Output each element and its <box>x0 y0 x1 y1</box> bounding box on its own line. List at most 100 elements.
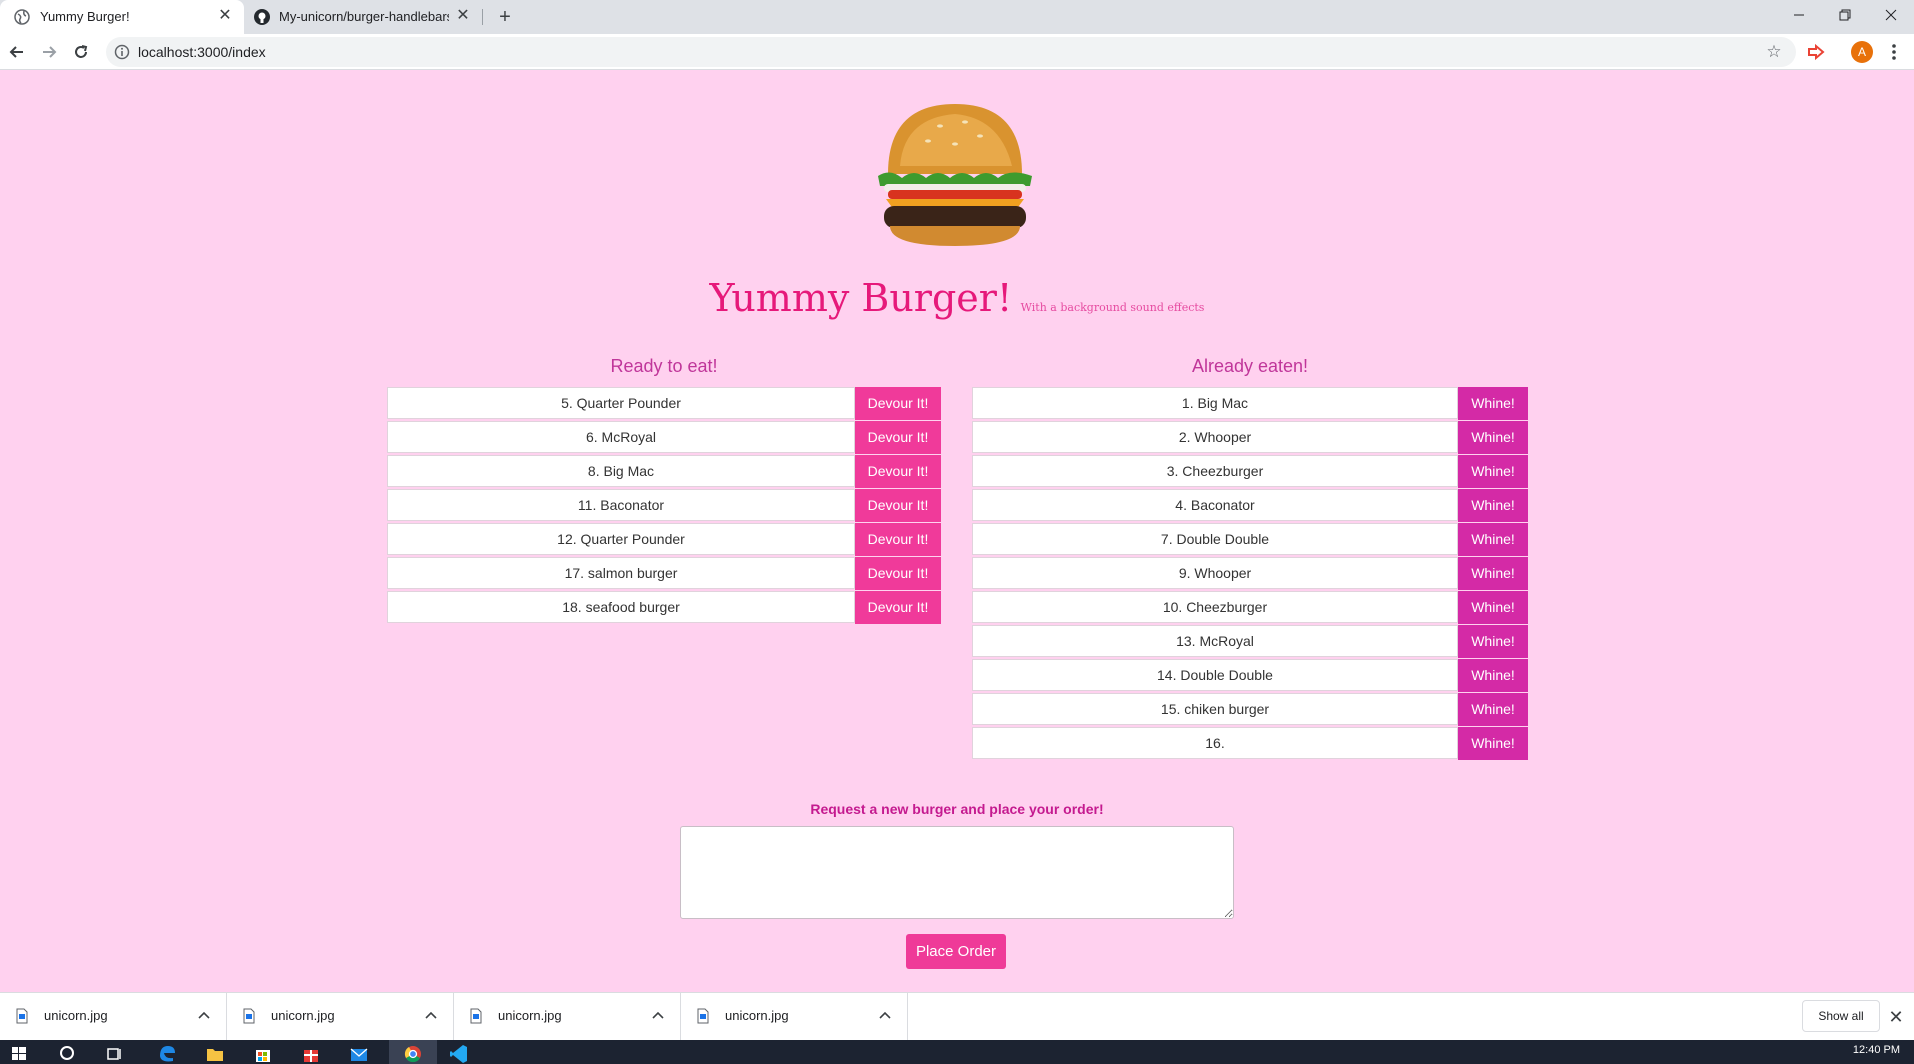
burger-order-input[interactable] <box>680 826 1234 919</box>
file-icon <box>697 1008 709 1024</box>
whine-button[interactable]: Whine! <box>1458 727 1528 760</box>
page-subtitle: With a background sound effects <box>1020 301 1205 314</box>
task-view-icon[interactable] <box>104 1042 126 1064</box>
github-icon <box>254 9 270 25</box>
show-all-downloads-button[interactable]: Show all <box>1802 1000 1880 1032</box>
search-icon[interactable] <box>56 1042 78 1064</box>
burger-name: 9. Whooper <box>972 557 1458 589</box>
whine-button[interactable]: Whine! <box>1458 625 1528 658</box>
devour-button[interactable]: Devour It! <box>855 455 941 488</box>
address-bar[interactable]: localhost:3000/index ☆ <box>106 37 1796 67</box>
burger-image <box>878 104 1032 246</box>
download-item[interactable]: unicorn.jpg <box>681 993 908 1041</box>
chevron-up-icon[interactable] <box>877 1007 893 1023</box>
forward-arrow-icon[interactable] <box>36 39 62 65</box>
close-window-icon[interactable] <box>1868 0 1914 30</box>
burger-name: 3. Cheezburger <box>972 455 1458 487</box>
tab-title: My-unicorn/burger-handlebars <box>279 9 449 24</box>
burger-name: 14. Double Double <box>972 659 1458 691</box>
mail-icon[interactable] <box>348 1042 370 1064</box>
burger-name: 7. Double Double <box>972 523 1458 555</box>
tab-title: Yummy Burger! <box>40 9 130 24</box>
edge-browser-icon[interactable] <box>156 1042 178 1064</box>
globe-icon <box>14 9 30 25</box>
download-item[interactable]: unicorn.jpg <box>0 993 227 1041</box>
more-menu-icon[interactable] <box>1884 41 1904 63</box>
whine-button[interactable]: Whine! <box>1458 387 1528 420</box>
burger-name: 15. chiken burger <box>972 693 1458 725</box>
browser-tabstrip: Yummy Burger! ✕ My-unicorn/burger-handle… <box>0 0 1914 34</box>
burger-name: 12. Quarter Pounder <box>387 523 855 555</box>
burger-name: 6. McRoyal <box>387 421 855 453</box>
eaten-heading: Already eaten! <box>1191 356 1309 376</box>
close-shelf-icon[interactable]: ✕ <box>1886 1007 1906 1027</box>
reload-icon[interactable] <box>68 39 94 65</box>
back-arrow-icon[interactable] <box>4 39 30 65</box>
download-shelf: unicorn.jpg unicorn.jpg unicorn.jpg unic… <box>0 992 1914 1041</box>
chevron-up-icon[interactable] <box>423 1007 439 1023</box>
devour-button[interactable]: Devour It! <box>855 489 941 522</box>
info-icon[interactable] <box>114 44 130 60</box>
download-item[interactable]: unicorn.jpg <box>227 993 454 1041</box>
whine-button[interactable]: Whine! <box>1458 421 1528 454</box>
whine-button[interactable]: Whine! <box>1458 523 1528 556</box>
close-tab-icon[interactable]: ✕ <box>216 7 234 25</box>
burger-name: 4. Baconator <box>972 489 1458 521</box>
whine-button[interactable]: Whine! <box>1458 455 1528 488</box>
close-tab-icon[interactable]: ✕ <box>454 7 472 25</box>
browser-toolbar: localhost:3000/index ☆ A <box>0 34 1914 70</box>
windows-start-icon[interactable] <box>8 1042 30 1064</box>
devour-button[interactable]: Devour It! <box>855 557 941 590</box>
burger-name: 18. seafood burger <box>387 591 855 623</box>
burger-name: 11. Baconator <box>387 489 855 521</box>
burger-name: 2. Whooper <box>972 421 1458 453</box>
page-content: Yummy Burger! With a background sound ef… <box>0 70 1914 992</box>
profile-avatar[interactable]: A <box>1851 41 1873 63</box>
whine-button[interactable]: Whine! <box>1458 489 1528 522</box>
gift-app-icon[interactable] <box>300 1042 322 1064</box>
chevron-up-icon[interactable] <box>196 1007 212 1023</box>
restore-icon[interactable] <box>1822 0 1868 30</box>
whine-button[interactable]: Whine! <box>1458 557 1528 590</box>
download-item[interactable]: unicorn.jpg <box>454 993 681 1041</box>
devour-button[interactable]: Devour It! <box>855 523 941 556</box>
download-filename: unicorn.jpg <box>498 1008 562 1023</box>
extension-icon[interactable] <box>1806 42 1826 62</box>
bookmark-star-icon[interactable]: ☆ <box>1764 42 1784 62</box>
file-icon <box>243 1008 255 1024</box>
whine-button[interactable]: Whine! <box>1458 659 1528 692</box>
burger-name: 13. McRoyal <box>972 625 1458 657</box>
whine-button[interactable]: Whine! <box>1458 693 1528 726</box>
minimize-icon[interactable] <box>1776 0 1822 30</box>
whine-button[interactable]: Whine! <box>1458 591 1528 624</box>
new-tab-icon[interactable]: + <box>494 6 516 28</box>
tab-yummy-burger[interactable]: Yummy Burger! ✕ <box>0 0 244 34</box>
vscode-icon[interactable] <box>448 1042 470 1064</box>
page-title: Yummy Burger! <box>709 276 1013 320</box>
tab-divider <box>482 9 483 25</box>
burger-name: 8. Big Mac <box>387 455 855 487</box>
devour-button[interactable]: Devour It! <box>855 591 941 624</box>
chevron-up-icon[interactable] <box>650 1007 666 1023</box>
place-order-button[interactable]: Place Order <box>906 934 1006 969</box>
request-label: Request a new burger and place your orde… <box>810 801 1104 817</box>
file-explorer-icon[interactable] <box>204 1042 226 1064</box>
file-icon <box>470 1008 482 1024</box>
burger-name: 1. Big Mac <box>972 387 1458 419</box>
store-icon[interactable] <box>252 1042 274 1064</box>
devour-button[interactable]: Devour It! <box>855 421 941 454</box>
ready-heading: Ready to eat! <box>610 356 718 376</box>
tab-github-repo[interactable]: My-unicorn/burger-handlebars ✕ <box>244 0 482 34</box>
devour-button[interactable]: Devour It! <box>855 387 941 420</box>
taskbar-clock: 12:40 PM <box>1852 1044 1900 1056</box>
page-heading: Yummy Burger! With a background sound ef… <box>0 276 1914 320</box>
burger-name: 17. salmon burger <box>387 557 855 589</box>
download-filename: unicorn.jpg <box>44 1008 108 1023</box>
burger-name: 10. Cheezburger <box>972 591 1458 623</box>
file-icon <box>16 1008 28 1024</box>
download-filename: unicorn.jpg <box>271 1008 335 1023</box>
windows-taskbar: 12:40 PM <box>0 1040 1914 1064</box>
burger-name: 5. Quarter Pounder <box>387 387 855 419</box>
chrome-icon[interactable] <box>402 1042 424 1064</box>
url-text: localhost:3000/index <box>138 44 266 60</box>
